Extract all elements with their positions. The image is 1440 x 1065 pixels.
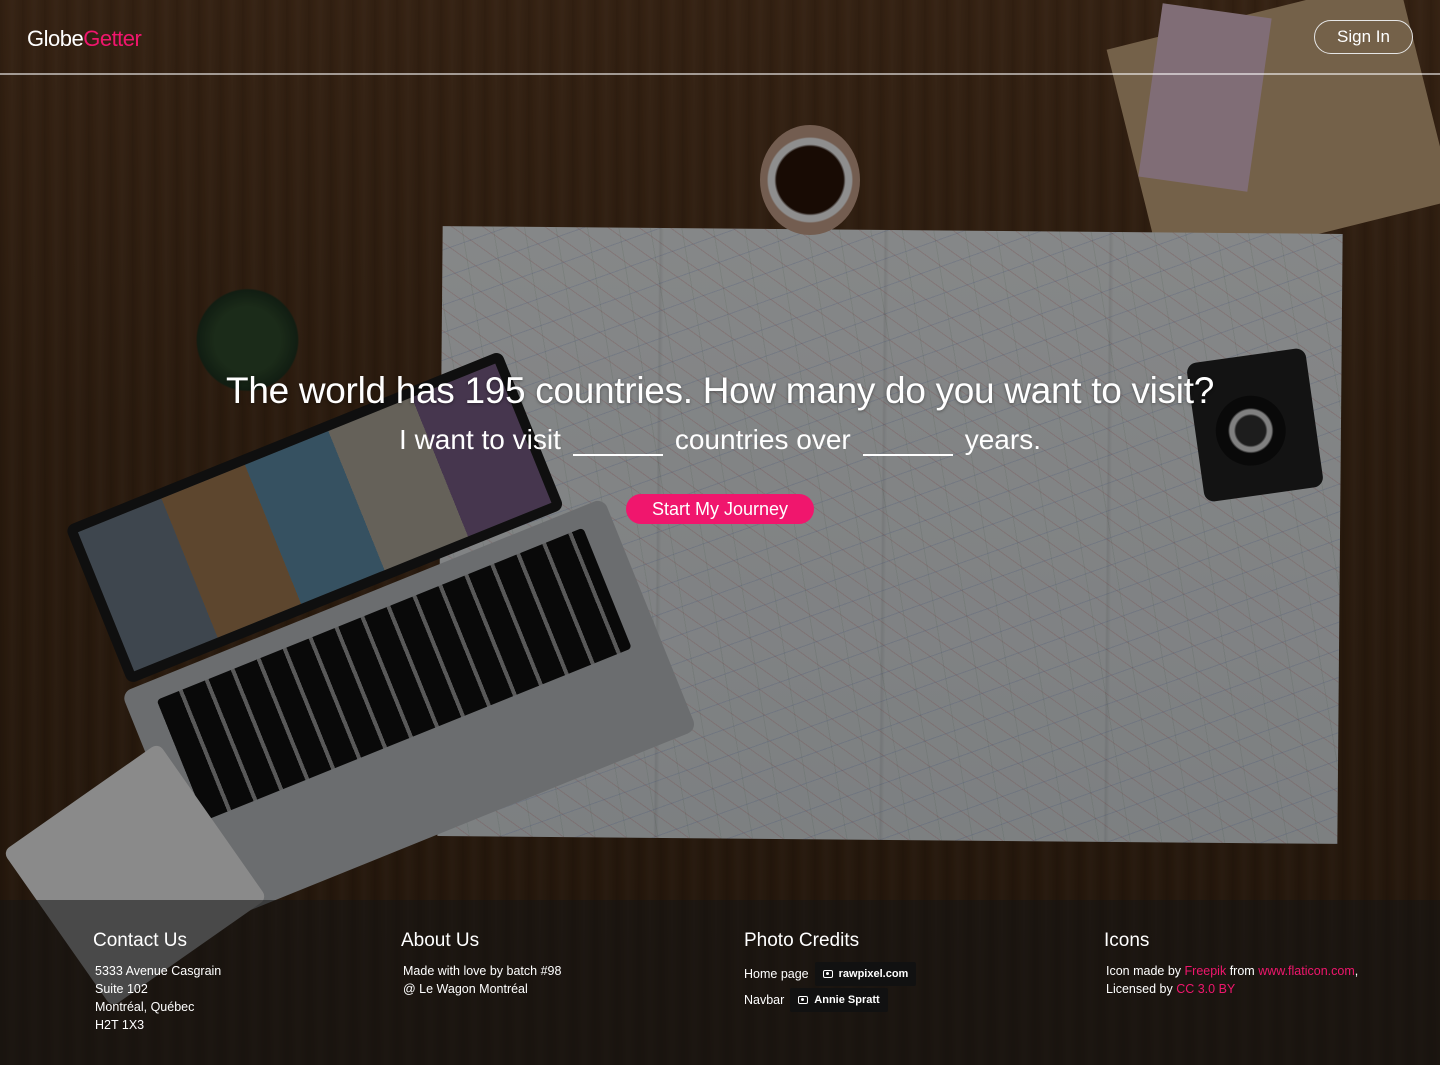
- footer-photo-credits: Photo Credits Home page rawpixel.com Nav…: [744, 930, 917, 1014]
- contact-title: Contact Us: [93, 930, 187, 951]
- credit-row: Navbar Annie Spratt: [744, 988, 916, 1012]
- logo-text-globe: Globe: [27, 26, 84, 51]
- credit-label: Home page: [744, 967, 809, 981]
- camera-icon: [822, 970, 833, 978]
- credit-author-link[interactable]: rawpixel.com: [814, 962, 917, 986]
- contact-line: Montréal, Québec: [95, 1000, 195, 1014]
- icons-title: Icons: [1104, 930, 1150, 951]
- icons-license-line: Licensed by CC 3.0 BY: [1106, 980, 1358, 998]
- footer-icons: Icons Icon made by Freepik from www.flat…: [1104, 930, 1358, 998]
- countries-input[interactable]: [572, 422, 663, 456]
- sentence-part-3: years.: [964, 424, 1041, 455]
- freepik-link[interactable]: Freepik: [1185, 964, 1227, 978]
- start-journey-button[interactable]: Start My Journey: [625, 494, 815, 524]
- license-link[interactable]: CC 3.0 BY: [1176, 982, 1235, 996]
- contact-line: H2T 1X3: [95, 1018, 145, 1032]
- about-line: Made with love by batch #98: [403, 964, 562, 978]
- icons-license-text: Licensed by: [1106, 982, 1173, 996]
- footer: Contact Us 5333 Avenue Casgrain Suite 10…: [0, 900, 1440, 1065]
- credit-author: Annie Spratt: [814, 994, 880, 1006]
- contact-line: Suite 102: [95, 982, 148, 996]
- flaticon-link[interactable]: www.flaticon.com: [1258, 964, 1355, 978]
- sign-in-button[interactable]: Sign In: [1314, 20, 1413, 54]
- icons-credit-text: ,: [1354, 964, 1359, 978]
- credit-row: Home page rawpixel.com: [744, 962, 917, 986]
- sentence-part-1: I want to visit: [399, 424, 561, 455]
- hero-headline: The world has 195 countries. How many do…: [226, 370, 1214, 411]
- footer-contact: Contact Us 5333 Avenue Casgrain Suite 10…: [93, 930, 221, 1034]
- footer-about: About Us Made with love by batch #98 @ L…: [401, 930, 561, 998]
- logo-text-getter: Getter: [83, 26, 142, 51]
- navbar: GlobeGetter Sign In: [0, 0, 1440, 75]
- credit-label: Navbar: [744, 993, 785, 1007]
- sentence-part-2: countries over: [674, 424, 851, 455]
- credits-title: Photo Credits: [744, 930, 860, 951]
- about-title: About Us: [401, 930, 480, 951]
- camera-icon: [798, 996, 809, 1004]
- years-input[interactable]: [862, 422, 953, 456]
- credit-author-link[interactable]: Annie Spratt: [790, 988, 888, 1012]
- icons-credit-line: Icon made by Freepik from www.flaticon.c…: [1106, 962, 1358, 980]
- logo[interactable]: GlobeGetter: [27, 26, 142, 52]
- contact-line: 5333 Avenue Casgrain: [95, 964, 222, 978]
- credit-author: rawpixel.com: [838, 968, 909, 980]
- icons-credit-text: Icon made by: [1106, 964, 1182, 978]
- about-line: @ Le Wagon Montréal: [403, 982, 528, 996]
- icons-credit-text: from: [1229, 964, 1255, 978]
- goal-sentence: I want to visit countries over years.: [0, 422, 1440, 456]
- hero: The world has 195 countries. How many do…: [0, 370, 1440, 524]
